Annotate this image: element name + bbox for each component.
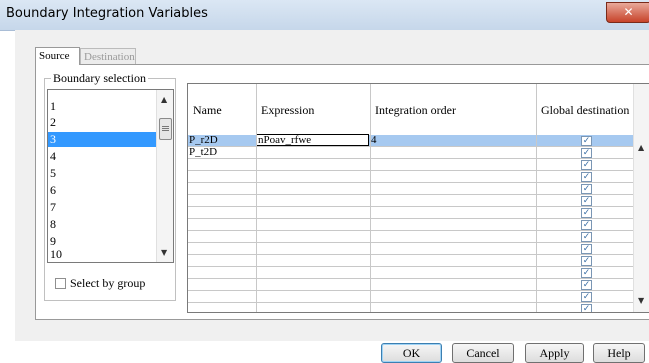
column-divider — [256, 84, 257, 312]
list-item[interactable]: 7 — [48, 200, 157, 215]
table-row[interactable]: ✓ — [188, 183, 633, 195]
list-item[interactable]: 8 — [48, 217, 157, 232]
global-destination-checkbox[interactable]: ✓ — [581, 208, 592, 218]
list-item-selected[interactable]: 3 — [48, 132, 157, 147]
list-item[interactable]: 1 — [48, 99, 157, 114]
global-destination-checkbox[interactable]: ✓ — [581, 220, 592, 230]
cell-name[interactable]: P_r2D — [188, 135, 256, 146]
table-row[interactable]: ✓ — [188, 207, 633, 219]
global-destination-checkbox[interactable]: ✓ — [581, 244, 592, 254]
global-destination-checkbox[interactable]: ✓ — [581, 292, 592, 302]
cancel-button[interactable]: Cancel — [452, 343, 514, 363]
grip-line — [162, 126, 169, 127]
table-row[interactable]: ✓ — [188, 243, 633, 255]
boundary-listbox[interactable]: 1 2 3 4 5 6 7 8 9 10 ▲ ▼ — [47, 89, 174, 263]
global-destination-checkbox[interactable]: ✓ — [581, 160, 592, 170]
boundary-selection-label: Boundary selection — [51, 71, 148, 86]
column-header-expression: Expression — [261, 103, 315, 117]
scrollbar-thumb[interactable] — [159, 118, 172, 140]
list-item[interactable]: 6 — [48, 183, 157, 198]
global-destination-checkbox[interactable]: ✓ — [581, 196, 592, 206]
column-divider — [370, 84, 371, 312]
table-row[interactable]: ✓ — [188, 219, 633, 231]
global-destination-checkbox[interactable]: ✓ — [581, 184, 592, 194]
global-destination-checkbox[interactable]: ✓ — [581, 268, 592, 278]
column-header-name: Name — [193, 103, 222, 117]
table-row[interactable]: ✓ — [188, 267, 633, 279]
list-item[interactable]: 5 — [48, 166, 157, 181]
global-destination-checkbox[interactable]: ✓ — [581, 172, 592, 182]
table-row[interactable]: ✓ — [188, 195, 633, 207]
dialog-body: Source Destination Boundary selection 1 … — [15, 30, 649, 363]
column-header-global-destination: Global destination — [541, 103, 630, 117]
global-destination-checkbox[interactable]: ✓ — [581, 280, 592, 290]
variables-grid[interactable]: Name Expression Integration order Global… — [187, 83, 649, 313]
titlebar[interactable]: Boundary Integration Variables ✕ — [0, 0, 649, 31]
table-row[interactable]: ✓ — [188, 231, 633, 243]
grip-line — [162, 128, 169, 129]
list-item[interactable]: 2 — [48, 115, 157, 130]
scroll-down-icon[interactable]: ▼ — [638, 296, 644, 305]
table-row[interactable]: ✓ — [188, 171, 633, 183]
grid-scrollbar[interactable]: ▲ ▼ — [633, 84, 649, 312]
global-destination-checkbox[interactable]: ✓ — [581, 304, 592, 312]
scroll-down-icon[interactable]: ▼ — [161, 248, 167, 257]
tab-source[interactable]: Source — [35, 47, 80, 65]
table-row[interactable]: ✓ — [188, 279, 633, 291]
boundary-selection-group: Boundary selection 1 2 3 4 5 6 7 8 9 10 … — [44, 71, 176, 301]
global-destination-checkbox[interactable]: ✓ — [581, 256, 592, 266]
list-item[interactable]: 10 — [48, 247, 157, 262]
scroll-up-icon[interactable]: ▲ — [161, 95, 167, 104]
table-row[interactable]: P_t2D ✓ — [188, 147, 633, 159]
cell-name[interactable]: P_t2D — [188, 147, 256, 158]
column-header-integration-order: Integration order — [375, 103, 456, 117]
apply-button[interactable]: Apply — [525, 343, 584, 363]
close-icon: ✕ — [623, 5, 634, 19]
close-button[interactable]: ✕ — [606, 2, 649, 23]
list-item[interactable]: 4 — [48, 149, 157, 164]
table-row-selected[interactable]: P_r2D nPoav_rfwe 4 ✓ — [188, 134, 633, 147]
ok-button[interactable]: OK — [381, 343, 442, 363]
cell-integration-order[interactable]: 4 — [370, 135, 536, 146]
source-tab-panel: Boundary selection 1 2 3 4 5 6 7 8 9 10 … — [35, 64, 649, 320]
grip-line — [162, 130, 169, 131]
scroll-up-icon[interactable]: ▲ — [638, 143, 644, 152]
table-row[interactable]: ✓ — [188, 255, 633, 267]
select-by-group-label: Select by group — [70, 276, 146, 290]
table-row[interactable]: ✓ — [188, 291, 633, 303]
column-divider — [536, 84, 537, 312]
global-destination-checkbox[interactable]: ✓ — [581, 136, 592, 146]
select-by-group-checkbox[interactable] — [55, 278, 66, 289]
listbox-scrollbar[interactable]: ▲ ▼ — [156, 90, 173, 262]
table-row[interactable]: ✓ — [188, 303, 633, 312]
table-row[interactable]: ✓ — [188, 159, 633, 171]
global-destination-checkbox[interactable]: ✓ — [581, 232, 592, 242]
window-title: Boundary Integration Variables — [6, 6, 208, 21]
help-button[interactable]: Help — [593, 343, 645, 363]
expression-edit-field[interactable]: nPoav_rfwe — [256, 134, 369, 146]
global-destination-checkbox[interactable]: ✓ — [581, 148, 592, 158]
